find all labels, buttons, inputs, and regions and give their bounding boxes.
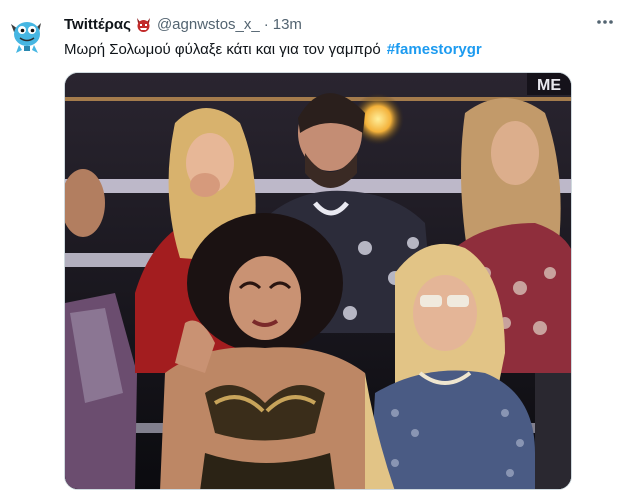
timestamp[interactable]: 13m bbox=[273, 16, 302, 33]
stage-sign-text: ME bbox=[537, 77, 561, 94]
avatar-icon bbox=[11, 22, 41, 53]
separator: · bbox=[263, 15, 269, 33]
tweet-text: Μωρή Σολωμού φύλαξε κάτι και για τον γαμ… bbox=[64, 40, 482, 60]
more-options-button[interactable] bbox=[592, 10, 618, 34]
tweet-body: Μωρή Σολωμού φύλαξε κάτι και για τον γαμ… bbox=[64, 41, 381, 58]
avatar[interactable] bbox=[8, 12, 46, 54]
tv-show-photo: ME bbox=[65, 73, 571, 489]
display-name[interactable]: Twittέρας bbox=[64, 16, 131, 33]
hashtag-link[interactable]: #famestorygr bbox=[387, 41, 482, 58]
more-options-icon bbox=[597, 20, 613, 24]
user-handle[interactable]: @agnwstos_x_ bbox=[157, 16, 260, 33]
tweet-photo[interactable]: ME bbox=[64, 72, 572, 490]
devil-emoji-icon bbox=[135, 16, 152, 33]
tweet-header: Twittέρας @agnwstos_x_ · 13m bbox=[64, 14, 302, 34]
